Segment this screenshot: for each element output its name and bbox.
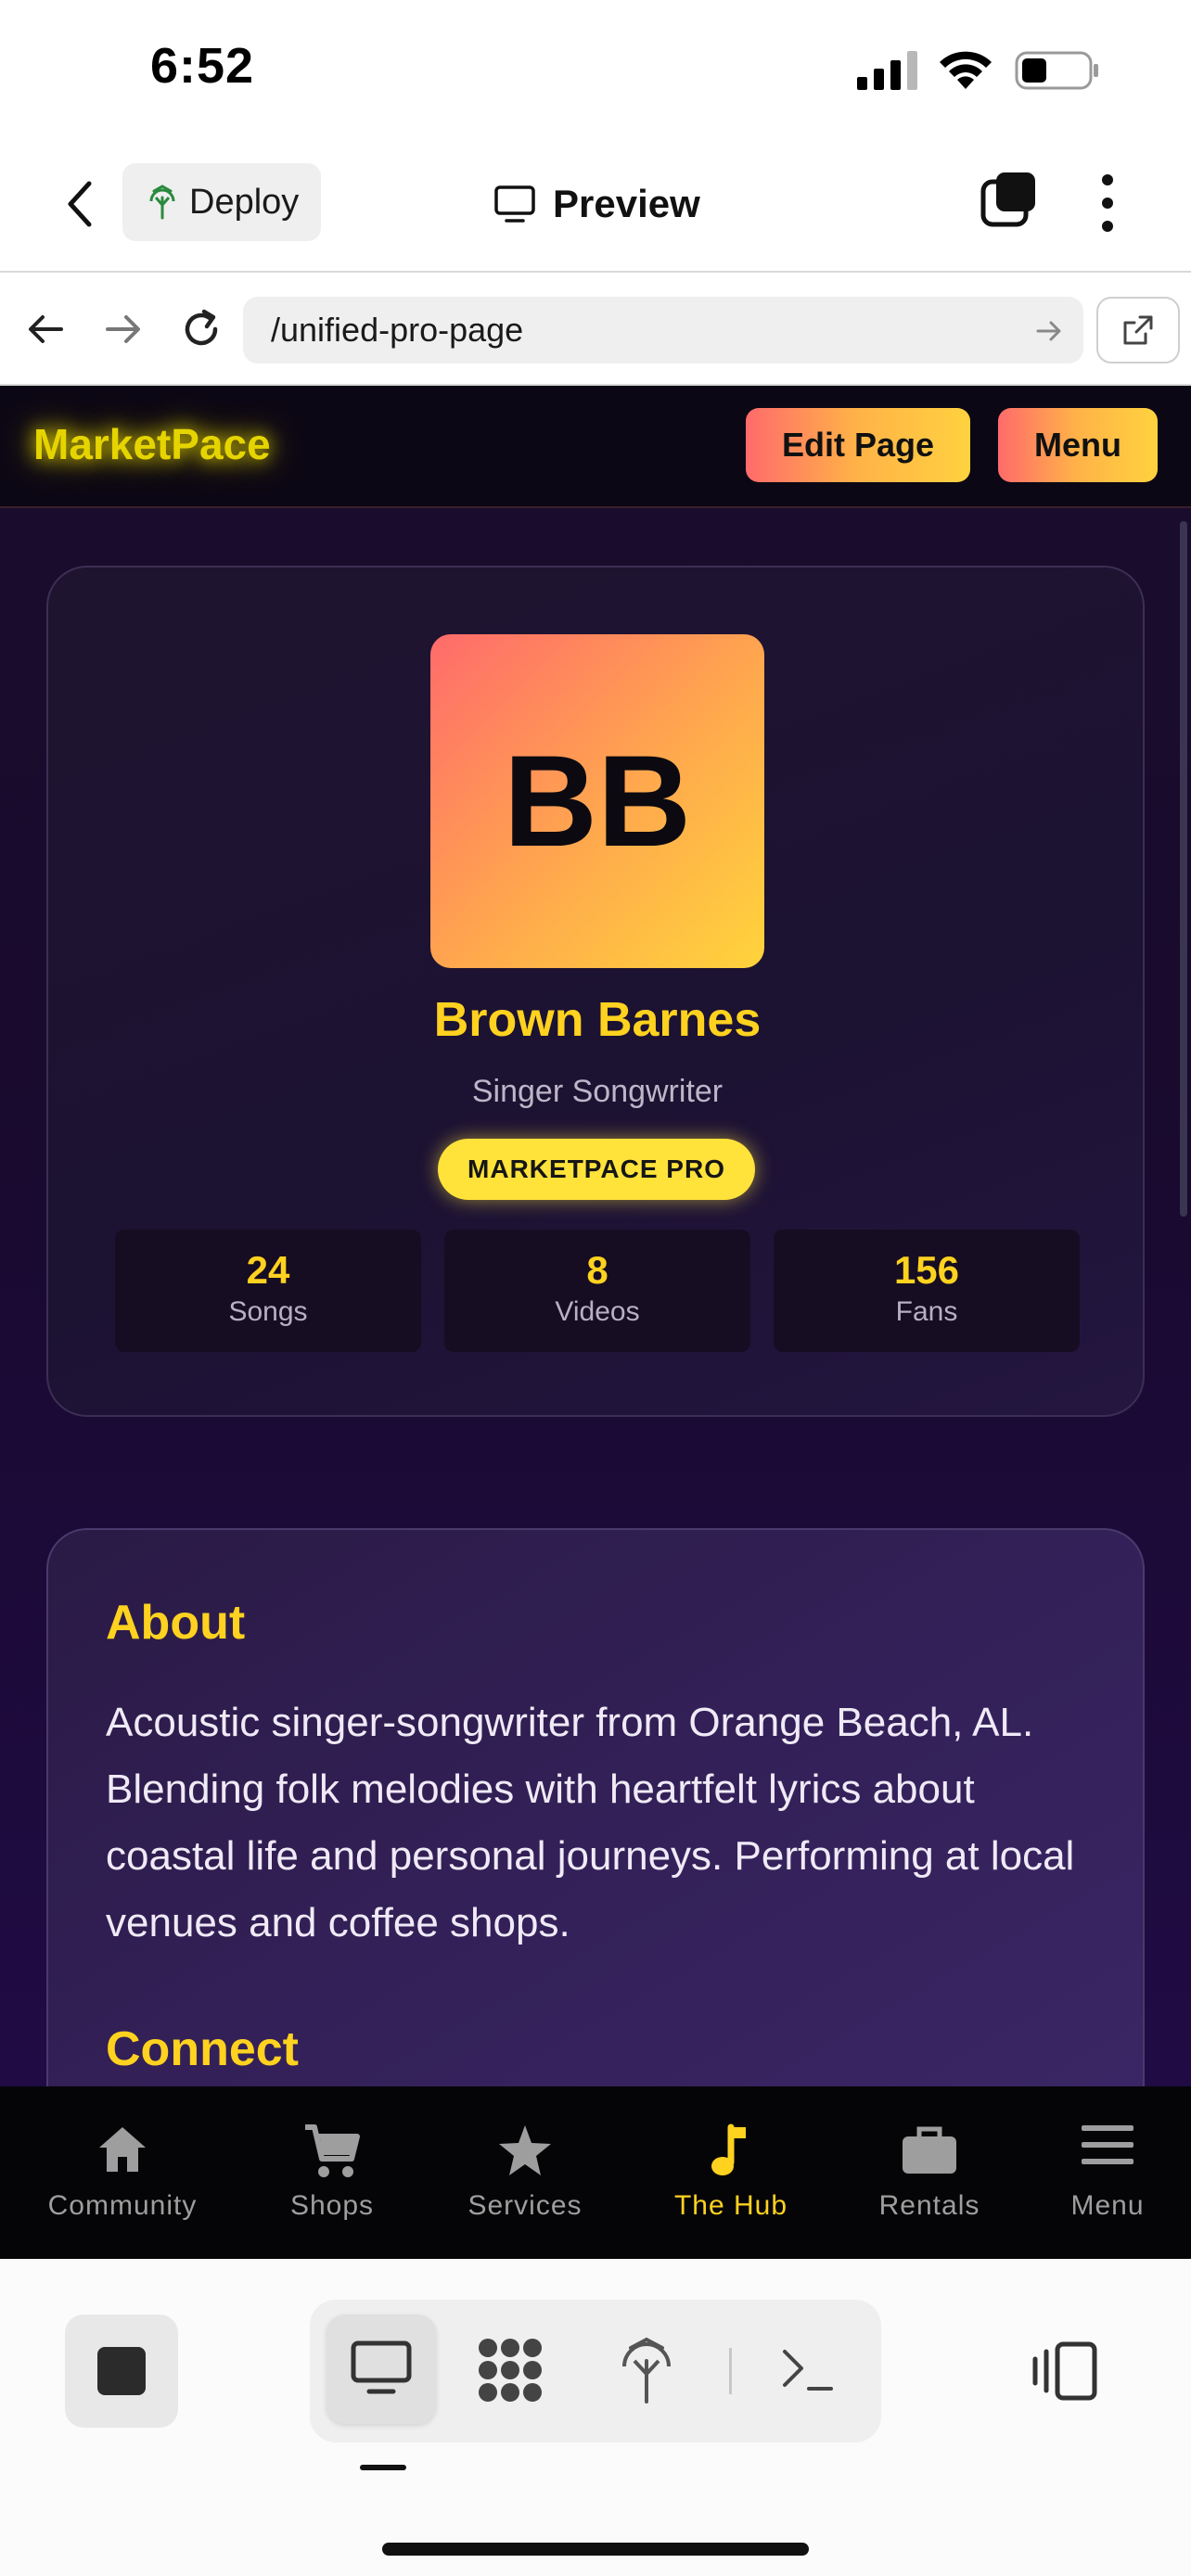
arrow-right-icon[interactable]: [98, 304, 148, 354]
cart-icon: [305, 2124, 360, 2177]
stat-value: 156: [893, 1248, 960, 1292]
toolbox-icon: [903, 2126, 956, 2174]
nav-label: Shops: [289, 2190, 375, 2221]
music-note-icon: [711, 2123, 746, 2175]
profile-title: Singer Songwriter: [471, 1074, 724, 1109]
site-viewport: MarketPace Edit Page Menu BB Brown Barne…: [0, 386, 1191, 2086]
toolbar-divider: [729, 2348, 732, 2394]
avatar: BB: [430, 634, 764, 968]
nav-item-the-hub[interactable]: The Hub: [638, 2086, 824, 2259]
scrollbar[interactable]: [1180, 521, 1187, 1217]
battery-icon: [1015, 51, 1098, 90]
url-text: /unified-pro-page: [271, 311, 524, 349]
deploy-icon[interactable]: [620, 2337, 673, 2404]
preview-label: Preview: [553, 182, 700, 225]
site-logo[interactable]: MarketPace: [33, 419, 271, 469]
home-icon: [99, 2127, 146, 2172]
nav-label: Rentals: [878, 2190, 980, 2221]
nav-item-rentals[interactable]: Rentals: [837, 2086, 1022, 2259]
url-bar: /unified-pro-page: [0, 273, 1191, 386]
preview-tab[interactable]: Preview: [493, 176, 700, 232]
bottom-nav: Community Shops Services The Hub Rentals: [0, 2086, 1191, 2259]
more-vertical-icon[interactable]: [1095, 172, 1121, 234]
nav-item-shops[interactable]: Shops: [239, 2086, 425, 2259]
external-link-icon: [1123, 315, 1153, 345]
about-text: Acoustic singer-songwriter from Orange B…: [106, 1700, 1075, 1945]
status-time: 6:52: [150, 38, 255, 94]
preview-tool-button[interactable]: [327, 2315, 436, 2424]
nav-item-services[interactable]: Services: [432, 2086, 618, 2259]
signal-icon: [857, 51, 917, 90]
nav-item-community[interactable]: Community: [30, 2086, 215, 2259]
edit-page-button[interactable]: Edit Page: [746, 408, 970, 482]
terminal-icon[interactable]: [779, 2346, 835, 2394]
stop-icon: [97, 2347, 146, 2395]
status-bar: 6:52: [0, 0, 1191, 139]
agent-icon[interactable]: [475, 2337, 545, 2404]
open-external-button[interactable]: [1096, 297, 1180, 363]
app-header: Deploy Preview: [0, 139, 1191, 273]
tabs-icon[interactable]: [980, 171, 1039, 230]
stat-videos[interactable]: 8 Videos: [444, 1230, 750, 1352]
arrow-left-icon[interactable]: [20, 304, 70, 354]
home-indicator[interactable]: [382, 2543, 809, 2556]
hamburger-icon: [1082, 2125, 1133, 2164]
nav-label: Menu: [1070, 2190, 1145, 2221]
profile-name: Brown Barnes: [433, 993, 762, 1047]
deploy-icon: [149, 185, 175, 220]
stat-value: 24: [246, 1248, 290, 1292]
stat-value: 8: [586, 1248, 608, 1292]
pro-badge: MARKETPACE PRO: [438, 1139, 755, 1200]
deploy-label: Deploy: [189, 182, 300, 222]
wifi-icon: [940, 51, 992, 89]
nav-label: Services: [467, 2190, 583, 2221]
stat-songs[interactable]: 24 Songs: [115, 1230, 421, 1352]
stat-label: Songs: [228, 1296, 308, 1327]
about-heading: About: [106, 1596, 246, 1650]
go-arrow-icon[interactable]: [1033, 315, 1065, 347]
nav-label: The Hub: [673, 2190, 788, 2221]
tool-switcher: [310, 2300, 881, 2442]
profile-card: BB Brown Barnes Singer Songwriter MARKET…: [46, 566, 1145, 1417]
monitor-icon: [494, 185, 535, 223]
back-chevron-icon[interactable]: [58, 176, 104, 232]
deploy-button[interactable]: Deploy: [122, 163, 321, 241]
site-navbar: MarketPace Edit Page Menu: [0, 386, 1191, 508]
url-input[interactable]: /unified-pro-page: [243, 297, 1083, 363]
menu-button[interactable]: Menu: [998, 408, 1158, 482]
stat-label: Fans: [895, 1296, 958, 1327]
connect-heading: Connect: [106, 2022, 299, 2076]
star-icon: [499, 2125, 551, 2175]
nav-item-menu[interactable]: Menu: [1015, 2086, 1191, 2259]
stat-fans[interactable]: 156 Fans: [774, 1230, 1080, 1352]
refresh-icon[interactable]: [176, 304, 226, 354]
nav-label: Community: [47, 2190, 198, 2221]
active-tool-indicator: [360, 2465, 406, 2470]
stat-label: Videos: [555, 1296, 640, 1327]
monitor-icon: [351, 2340, 412, 2394]
stop-button[interactable]: [65, 2315, 178, 2428]
about-card: About Acoustic singer-songwriter from Or…: [46, 1528, 1145, 2086]
workspace-toolbar: [0, 2259, 1191, 2576]
device-toggle-icon[interactable]: [1031, 2340, 1098, 2402]
